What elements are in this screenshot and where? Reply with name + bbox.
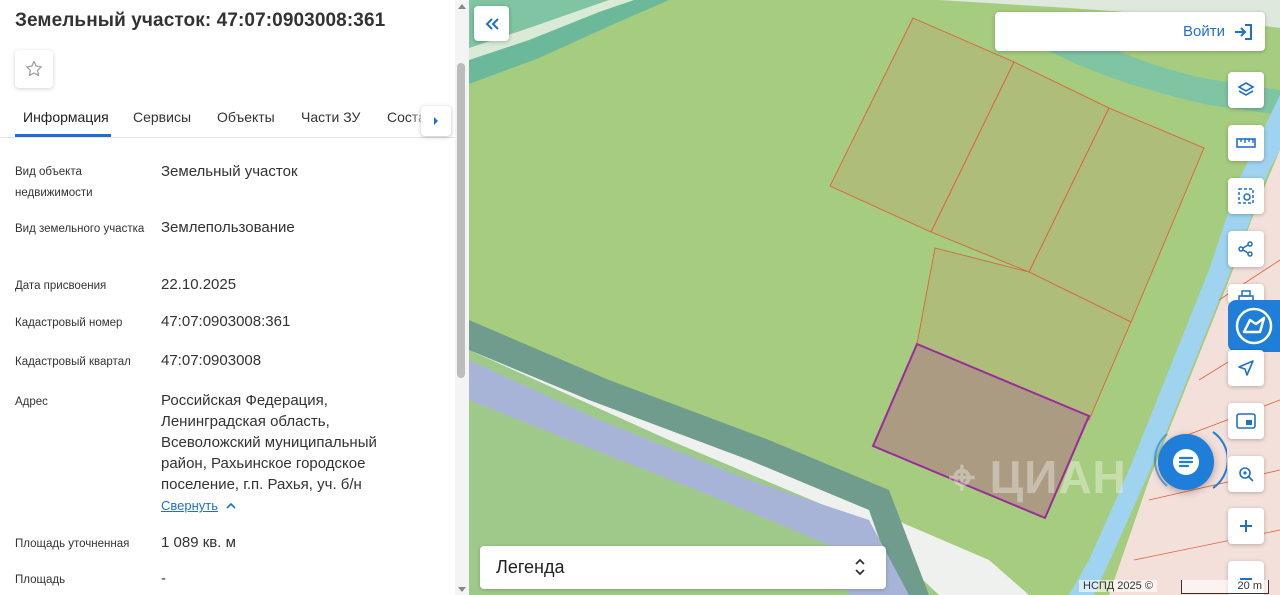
label-assignment-date: Дата присвоения [15, 280, 107, 292]
label-address: Адрес [15, 396, 48, 408]
login-label: Войти [1183, 23, 1225, 40]
select-area-icon [1238, 188, 1254, 204]
zoom-in-button[interactable] [1228, 508, 1264, 544]
value-land-type: Землепользование [161, 219, 295, 236]
ruler-button[interactable] [1228, 125, 1264, 161]
chat-button[interactable] [1158, 434, 1214, 490]
label-cadastral-number: Кадастровый номер [15, 317, 123, 329]
share-icon [1238, 241, 1253, 257]
select-area-button[interactable] [1228, 178, 1264, 214]
scroll-up-arrow-icon[interactable] [457, 2, 467, 12]
share-button[interactable] [1228, 231, 1264, 267]
tabs-scroll-right-button[interactable] [421, 106, 451, 136]
cadastre-logo-icon [1235, 307, 1273, 345]
scroll-down-arrow-icon[interactable] [457, 584, 467, 594]
minimap-icon [1236, 413, 1256, 429]
collapse-label: Свернуть [161, 498, 219, 513]
plus-icon [1240, 520, 1252, 532]
tab-services[interactable]: Сервисы [133, 109, 191, 125]
collapse-address-link[interactable]: Свернуть [161, 498, 236, 513]
map-scale-bar: 20 m [1181, 580, 1269, 594]
map-watermark: ⌖ ЦИАН [949, 451, 1127, 503]
search-area-button[interactable] [1228, 456, 1264, 492]
locate-button[interactable] [1228, 350, 1264, 386]
login-button[interactable]: Войти [995, 12, 1265, 51]
tab-objects[interactable]: Объекты [217, 109, 275, 125]
value-cadastral-number: 47:07:0903008:361 [161, 313, 291, 330]
double-chevron-left-icon [485, 17, 499, 30]
value-area-refined: 1 089 кв. м [161, 534, 236, 551]
navigation-arrow-icon [1238, 360, 1254, 376]
chat-icon [1173, 449, 1199, 475]
collapse-panel-button[interactable] [474, 6, 509, 41]
map-view[interactable]: ⌖ ЦИАН Войти Легенда НСПД 2025 © 20 m [469, 0, 1280, 595]
value-area: - [161, 570, 166, 587]
active-tab-indicator [15, 134, 111, 137]
label-land-type: Вид земельного участка [15, 223, 145, 235]
star-icon [26, 60, 42, 77]
ruler-icon [1236, 138, 1256, 148]
login-icon [1235, 23, 1252, 40]
tab-bar: Информация Сервисы Объекты Части ЗУ Сост… [0, 100, 455, 138]
page-title: Земельный участок: 47:07:0903008:361 [15, 10, 386, 31]
tab-parts[interactable]: Части ЗУ [301, 109, 360, 125]
minimap-button[interactable] [1228, 403, 1264, 439]
value-assignment-date: 22.10.2025 [161, 276, 237, 293]
label-cadastral-quarter: Кадастровый квартал [15, 356, 131, 368]
tab-info[interactable]: Информация [23, 109, 109, 125]
caret-right-icon [434, 117, 438, 125]
chevron-up-icon [226, 502, 236, 509]
layers-icon [1237, 82, 1255, 96]
value-object-type: Земельный участок [161, 163, 298, 180]
legend-label: Легенда [496, 557, 565, 577]
favorite-button[interactable] [15, 50, 53, 88]
label-area: Площадь [15, 574, 66, 586]
label-object-type: Вид объекта недвижимости [15, 166, 93, 199]
info-panel: Земельный участок: 47:07:0903008:361 Инф… [0, 0, 469, 595]
search-location-icon [1239, 467, 1254, 482]
map-copyright: НСПД 2025 © [1079, 580, 1157, 592]
value-cadastral-quarter: 47:07:0903008 [161, 352, 262, 369]
chevron-up-down-icon [855, 558, 865, 576]
cadastral-services-button[interactable] [1228, 300, 1280, 352]
legend-dropdown[interactable]: Легенда [480, 546, 886, 589]
scrollbar-thumb[interactable] [457, 63, 465, 378]
label-area-refined: Площадь уточненная [15, 538, 130, 550]
map-canvas[interactable] [469, 0, 1280, 595]
layers-button[interactable] [1228, 72, 1264, 108]
value-address: Российская Федерация, Ленинградская обла… [161, 392, 377, 493]
